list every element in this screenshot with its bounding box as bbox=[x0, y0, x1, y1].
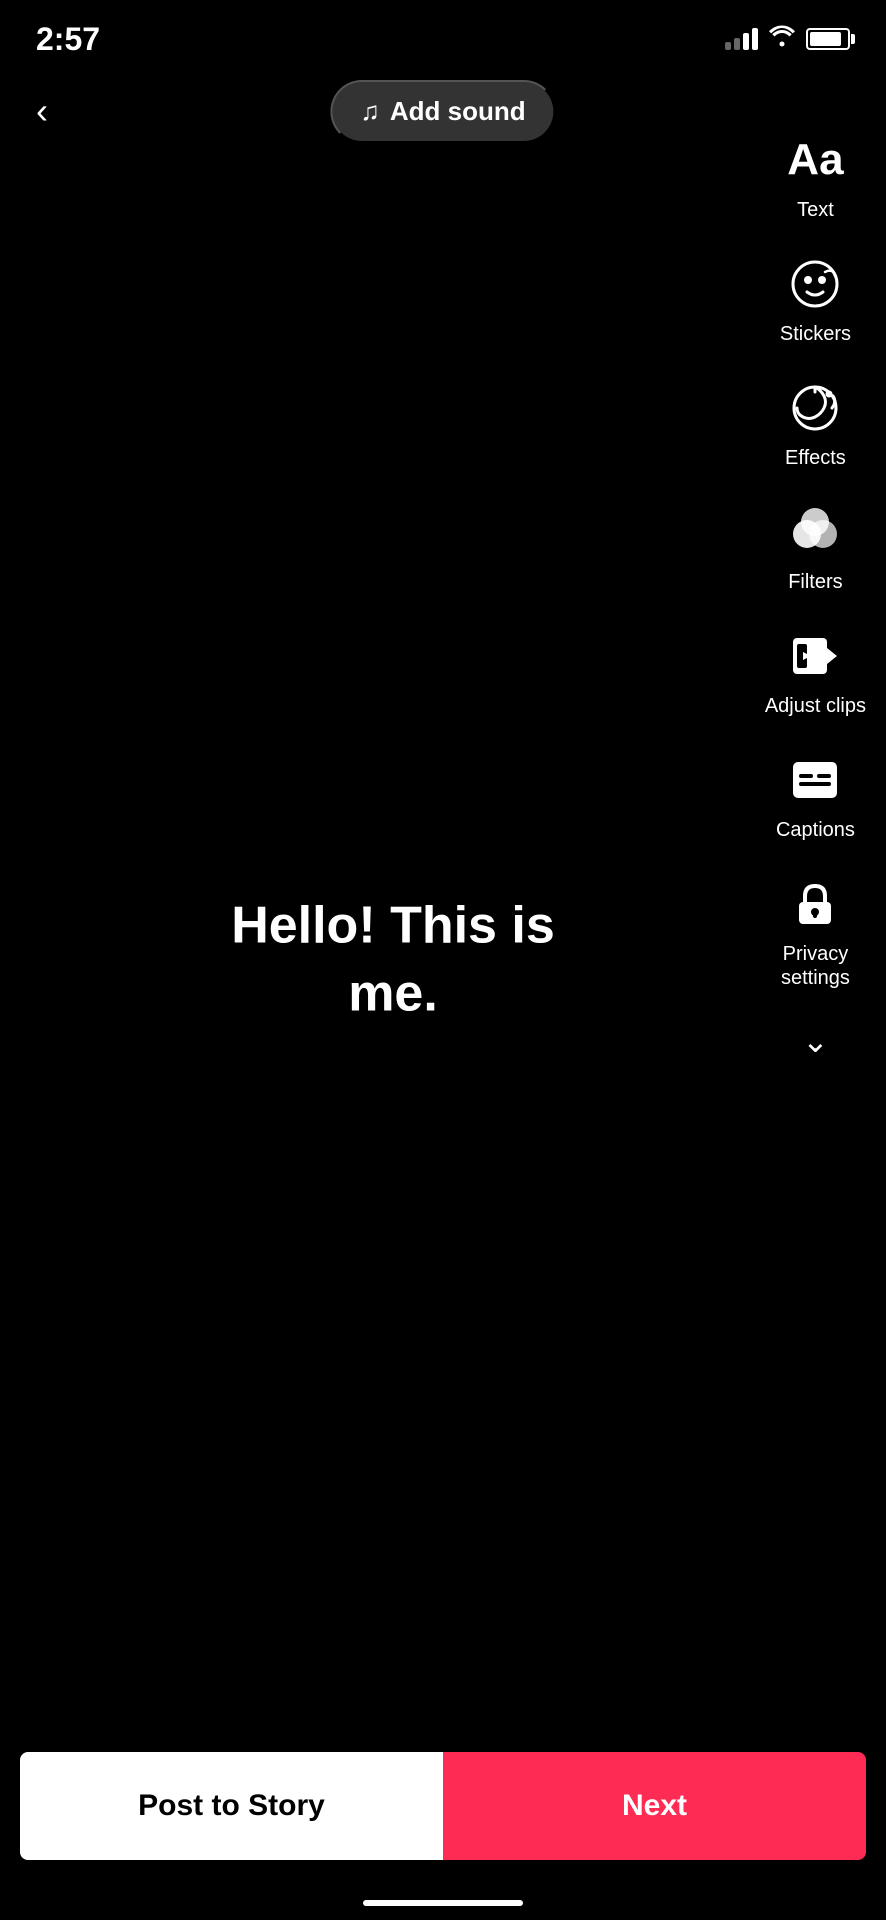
sidebar-item-filters[interactable]: Filters bbox=[785, 502, 845, 594]
status-bar: 2:57 bbox=[0, 0, 886, 70]
bottom-buttons: Post to Story Next bbox=[0, 1752, 886, 1860]
status-icons bbox=[725, 25, 850, 53]
privacy-icon bbox=[785, 874, 845, 934]
text-icon: Aa bbox=[785, 130, 845, 190]
filters-icon bbox=[785, 502, 845, 562]
add-sound-label: Add sound bbox=[390, 96, 526, 127]
sidebar-label-stickers: Stickers bbox=[780, 322, 851, 346]
add-sound-button[interactable]: ♫ Add sound bbox=[330, 80, 555, 143]
sidebar-item-text[interactable]: Aa Text bbox=[785, 130, 845, 222]
chevron-down-icon: ⌄ bbox=[802, 1022, 829, 1060]
sidebar-item-privacy-settings[interactable]: Privacy settings bbox=[781, 874, 850, 990]
sidebar-label-privacy-settings: Privacy settings bbox=[781, 942, 850, 990]
captions-icon bbox=[785, 750, 845, 810]
music-note-icon: ♫ bbox=[360, 96, 380, 127]
stickers-icon bbox=[785, 254, 845, 314]
main-text: Hello! This is me. bbox=[231, 896, 555, 1022]
status-time: 2:57 bbox=[36, 21, 100, 58]
sidebar-item-captions[interactable]: Captions bbox=[776, 750, 855, 842]
next-button[interactable]: Next bbox=[443, 1752, 866, 1860]
battery-icon bbox=[806, 28, 850, 50]
post-to-story-label: Post to Story bbox=[138, 1789, 325, 1823]
right-sidebar: Aa Text Stickers Effects bbox=[765, 130, 866, 1060]
wifi-icon bbox=[768, 25, 796, 53]
effects-icon bbox=[785, 378, 845, 438]
main-content: Hello! This is me. bbox=[222, 892, 665, 1027]
expand-more-button[interactable]: ⌄ bbox=[802, 1022, 829, 1060]
next-label: Next bbox=[622, 1789, 687, 1823]
back-button[interactable]: ‹ bbox=[36, 90, 86, 132]
signal-icon bbox=[725, 28, 758, 50]
sidebar-label-text: Text bbox=[797, 198, 834, 222]
top-bar: ‹ ♫ Add sound bbox=[0, 70, 886, 152]
sidebar-item-adjust-clips[interactable]: Adjust clips bbox=[765, 626, 866, 718]
adjust-clips-icon bbox=[785, 626, 845, 686]
home-indicator bbox=[363, 1900, 523, 1906]
sidebar-item-effects[interactable]: Effects bbox=[785, 378, 846, 470]
sidebar-label-filters: Filters bbox=[788, 570, 842, 594]
sidebar-item-stickers[interactable]: Stickers bbox=[780, 254, 851, 346]
post-to-story-button[interactable]: Post to Story bbox=[20, 1752, 443, 1860]
sidebar-label-adjust-clips: Adjust clips bbox=[765, 694, 866, 718]
sidebar-label-effects: Effects bbox=[785, 446, 846, 470]
sidebar-label-captions: Captions bbox=[776, 818, 855, 842]
